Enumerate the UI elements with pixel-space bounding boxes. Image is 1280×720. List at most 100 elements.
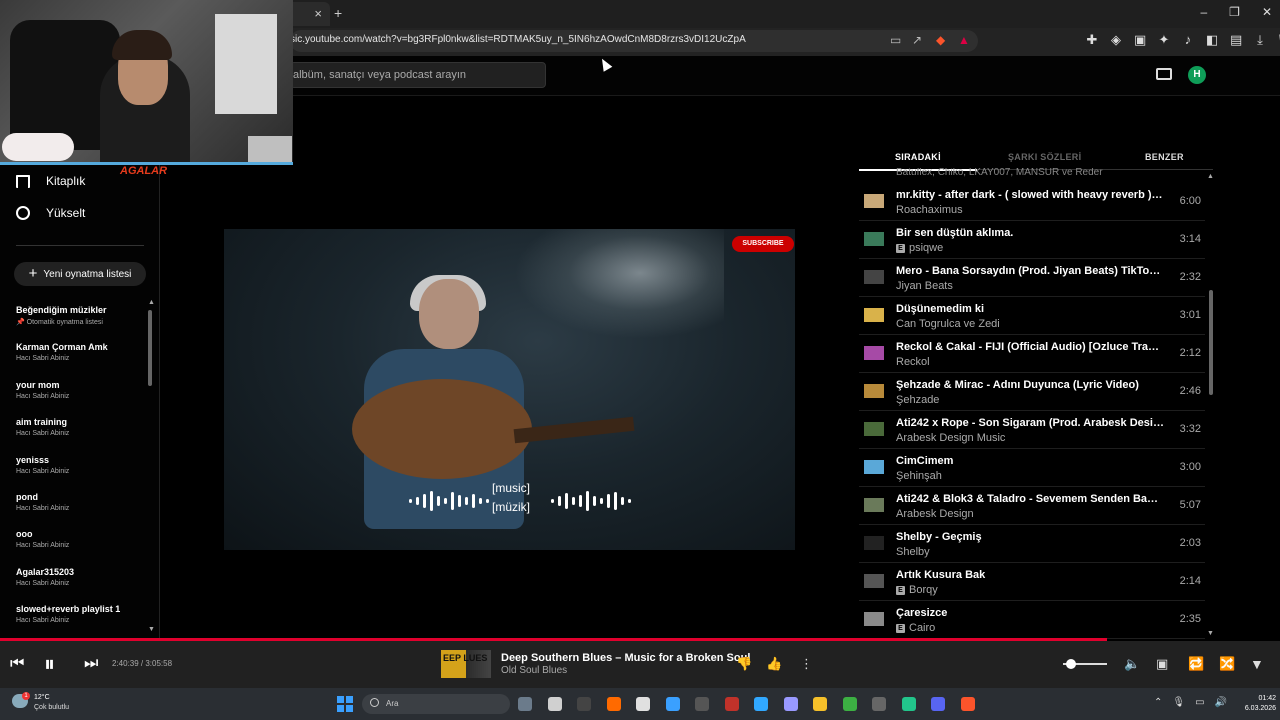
scroll-up-icon[interactable]: ▲ — [1207, 173, 1214, 180]
taskbar-app-icon[interactable] — [547, 697, 562, 711]
download-icon[interactable]: ⤓ — [1254, 32, 1266, 48]
track-thumbnail[interactable] — [864, 346, 884, 360]
taskbar-app-icon[interactable] — [931, 697, 945, 711]
pause-icon[interactable]: ⏸ — [44, 651, 55, 677]
subscribe-button[interactable]: SUBSCRIBE — [732, 236, 794, 252]
taskbar-app-icon[interactable] — [577, 697, 591, 711]
queue-item[interactable]: Artık Kusura Bak E Borqy 2:14 — [859, 563, 1205, 601]
network-icon[interactable]: ▭ — [1195, 697, 1204, 708]
track-thumbnail[interactable] — [864, 308, 884, 322]
microphone-icon[interactable]: 🎙 — [1172, 697, 1185, 708]
puzzle-icon[interactable]: ✚ — [1086, 32, 1098, 48]
playlist-item[interactable]: Beğendiğim müzikler 📌 Otomatik oynatma li… — [16, 305, 146, 326]
track-thumbnail[interactable] — [864, 194, 884, 208]
weather-condition[interactable]: Çok bulutlu — [34, 704, 69, 711]
playlist-item[interactable]: aim training Hacı Sabri Abiniz — [16, 417, 146, 437]
taskbar-app-icon[interactable] — [636, 697, 650, 711]
next-track-icon[interactable]: ⏭ — [84, 655, 98, 673]
taskbar-clock[interactable]: 01:42 6.03.2026 — [1228, 694, 1276, 714]
queue-item[interactable]: Çaresizce E Cairo 2:35 — [859, 601, 1205, 639]
scroll-up-icon[interactable]: ▲ — [148, 299, 155, 306]
sidebar-item-upgrade[interactable]: Yükselt — [16, 206, 85, 220]
playlist-item[interactable]: your mom Hacı Sabri Abiniz — [16, 380, 146, 400]
taskbar-app-icon[interactable] — [842, 697, 857, 711]
speaker-icon[interactable]: 🔊 — [1215, 697, 1227, 708]
repeat-icon[interactable]: 🔁 — [1188, 656, 1204, 672]
panel-icon[interactable]: ◧ — [1206, 32, 1218, 48]
wallet-icon[interactable]: ▤ — [1230, 32, 1242, 48]
url-text[interactable]: sic.youtube.com/watch?v=bg3RFpl0nkw&list… — [290, 34, 746, 45]
share-icon[interactable]: ↗ — [912, 33, 922, 47]
queue-item[interactable]: Ati242 & Blok3 & Taladro - Sevemem Sende… — [859, 487, 1205, 525]
queue-item[interactable]: CimCimem Şehinşah 3:00 — [859, 449, 1205, 487]
maximize-button[interactable]: ❐ — [1229, 5, 1240, 19]
tab-up-next[interactable]: SIRADAKİ — [895, 152, 941, 162]
track-thumbnail[interactable] — [864, 574, 884, 588]
more-options-icon[interactable]: ⋮ — [800, 656, 813, 672]
queue-item[interactable]: Reckol & Cakal - FIJI (Official Audio) [… — [859, 335, 1205, 373]
queue-item[interactable]: Bir sen düştün aklıma. Epsiqwe 3:14 — [859, 221, 1205, 259]
new-tab-button[interactable]: + — [334, 5, 342, 21]
playlist-item[interactable]: yenisss Hacı Sabri Abiniz — [16, 455, 146, 475]
sidebar-icon[interactable]: ▣ — [1134, 32, 1146, 48]
queue-item[interactable]: Şehzade & Mirac - Adını Duyunca (Lyric V… — [859, 373, 1205, 411]
temperature[interactable]: 12°C — [34, 694, 50, 701]
taskbar-app-icon[interactable] — [783, 697, 798, 711]
volume-icon[interactable]: 🔈 — [1124, 656, 1140, 672]
track-thumbnail[interactable] — [864, 460, 884, 474]
now-playing-title[interactable]: Deep Southern Blues – Music for a Broken… — [501, 652, 750, 664]
playlist-item[interactable]: ooo Hacı Sabri Abiniz — [16, 529, 146, 549]
dislike-icon[interactable]: 👎 — [736, 656, 752, 672]
previous-track-icon[interactable]: ⏮ — [10, 655, 24, 673]
scroll-down-icon[interactable]: ▼ — [148, 626, 155, 633]
miniplayer-icon[interactable]: ▣ — [1156, 656, 1168, 672]
queue-item[interactable]: mr.kitty - after dark - ( slowed with he… — [859, 183, 1205, 221]
queue-item[interactable]: Shelby - Geçmiş Shelby 2:03 — [859, 525, 1205, 563]
address-bar[interactable]: sic.youtube.com/watch?v=bg3RFpl0nkw&list… — [290, 30, 978, 52]
playlist-item[interactable]: pond Hacı Sabri Abiniz — [16, 492, 146, 512]
tab-lyrics[interactable]: ŞARKI SÖZLERİ — [1008, 152, 1081, 162]
track-thumbnail[interactable] — [864, 384, 884, 398]
track-thumbnail[interactable] — [864, 270, 884, 284]
shuffle-icon[interactable]: 🔀 — [1219, 656, 1235, 672]
taskbar-search[interactable]: Ara — [362, 694, 510, 714]
brave-shield-icon[interactable]: ◆ — [936, 33, 945, 47]
taskbar-app-icon[interactable] — [665, 697, 680, 711]
expand-player-icon[interactable]: ▼ — [1250, 656, 1264, 672]
queue-scrollbar[interactable] — [1209, 290, 1213, 395]
track-thumbnail[interactable] — [864, 232, 884, 246]
track-thumbnail[interactable] — [864, 536, 884, 550]
taskbar-app-icon[interactable] — [518, 697, 532, 711]
chevron-up-icon[interactable]: ⌃ — [1154, 697, 1162, 708]
taskbar-app-icon[interactable] — [724, 697, 739, 711]
video-player[interactable]: [music] [müzik] SUBSCRIBE — [224, 229, 795, 550]
track-thumbnail[interactable] — [864, 612, 884, 626]
taskbar-app-icon[interactable] — [960, 697, 975, 711]
queue-item[interactable]: Ati242 x Rope - Son Sigaram (Prod. Arabe… — [859, 411, 1205, 449]
search-input[interactable]: albüm, sanatçı veya podcast arayın — [290, 62, 546, 88]
avatar[interactable]: H — [1188, 66, 1206, 84]
sidebar-scrollbar[interactable] — [148, 310, 152, 386]
tab-related[interactable]: BENZER — [1145, 152, 1184, 162]
music-note-icon[interactable]: ♪ — [1182, 32, 1194, 48]
taskbar-app-icon[interactable] — [901, 697, 916, 711]
playlist-item[interactable]: Karman Çorman Amk Hacı Sabri Abiniz — [16, 342, 146, 362]
like-icon[interactable]: 👍 — [766, 656, 782, 672]
minimize-button[interactable]: – — [1200, 5, 1207, 19]
album-cover[interactable]: EEP LUES — [441, 650, 491, 678]
now-playing-artist[interactable]: Old Soul Blues — [501, 665, 567, 676]
taskbar-app-icon[interactable] — [872, 697, 886, 711]
taskbar-app-icon[interactable] — [606, 697, 621, 711]
sparkle-icon[interactable]: ✦ — [1158, 32, 1170, 48]
new-playlist-button[interactable]: + Yeni oynatma listesi — [14, 262, 146, 286]
sidebar-item-library[interactable]: Kitaplık — [16, 174, 85, 188]
track-thumbnail[interactable] — [864, 422, 884, 436]
playlist-item[interactable]: Agalar315203 Hacı Sabri Abiniz — [16, 567, 146, 587]
extension-icon[interactable]: ◈ — [1110, 32, 1122, 48]
close-window-button[interactable]: ✕ — [1262, 5, 1272, 19]
scroll-down-icon[interactable]: ▼ — [1207, 630, 1214, 637]
taskbar-app-icon[interactable] — [813, 697, 827, 711]
close-tab-icon[interactable]: × — [314, 6, 322, 21]
track-thumbnail[interactable] — [864, 498, 884, 512]
install-app-icon[interactable]: ▭ — [890, 33, 901, 47]
